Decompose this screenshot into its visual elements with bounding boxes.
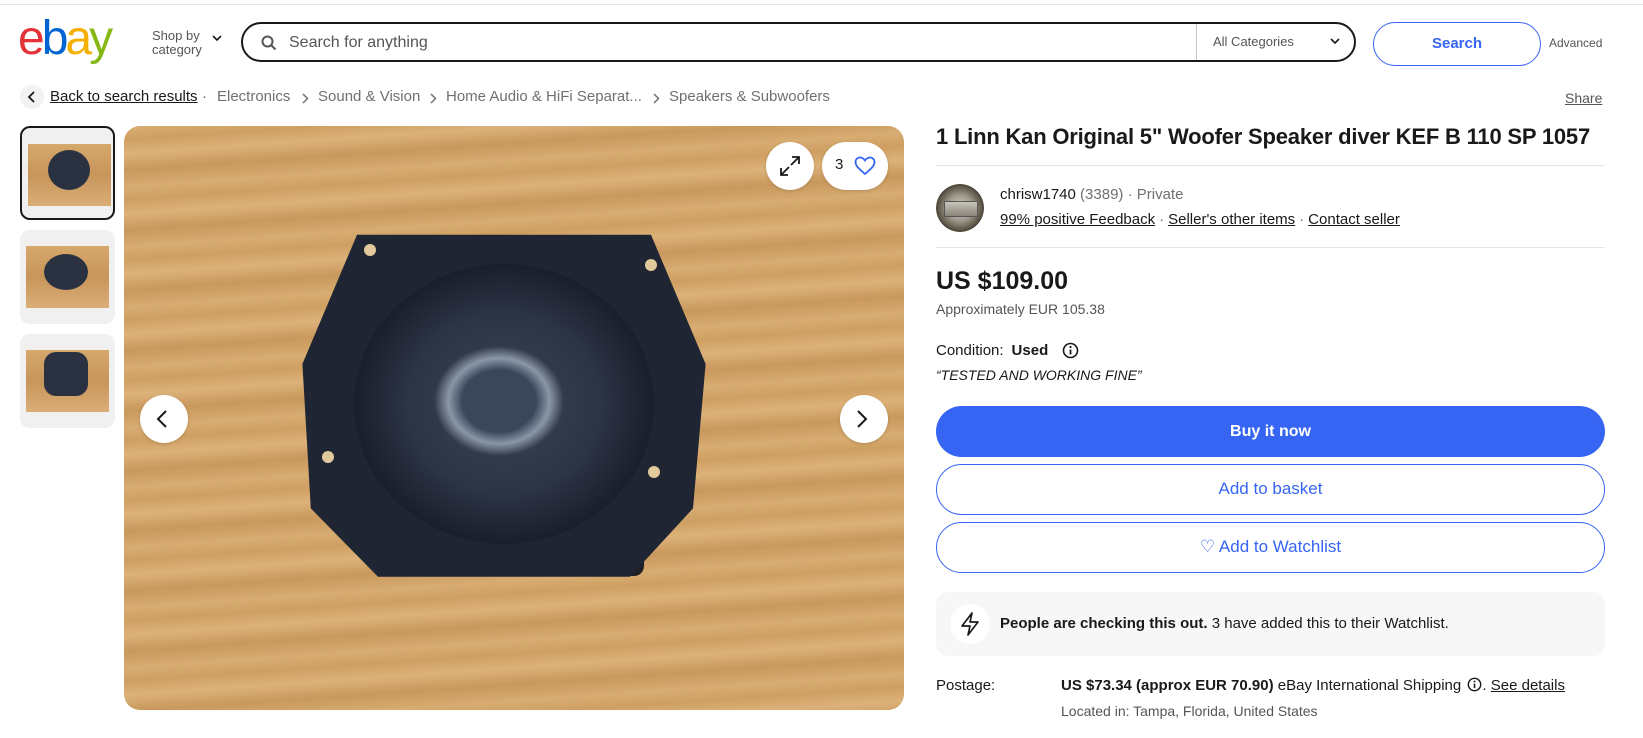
listing-title: 1 Linn Kan Original 5" Woofer Speaker di… [936, 124, 1590, 149]
condition-value: Used [1011, 342, 1049, 359]
breadcrumb-speakers[interactable]: Speakers & Subwoofers [669, 88, 830, 105]
chevron-down-icon [212, 35, 222, 42]
contact-seller-link[interactable]: Contact seller [1308, 211, 1400, 228]
condition: Condition: Used [936, 342, 1079, 359]
breadcrumb-separator-dot: · [202, 88, 207, 105]
search-button[interactable]: Search [1373, 22, 1541, 66]
expand-image-button[interactable] [766, 142, 814, 190]
category-select-value: All Categories [1213, 34, 1294, 49]
mount-hole [364, 244, 376, 256]
breadcrumb-sound-vision[interactable]: Sound & Vision [318, 88, 420, 105]
seller-other-items-link[interactable]: Seller's other items [1168, 211, 1295, 228]
postage-label: Postage: [936, 677, 996, 694]
expand-icon [780, 156, 800, 176]
activity-banner: People are checking this out. 3 have add… [936, 592, 1605, 656]
avatar-image [944, 201, 978, 217]
logo-letter-e: e [18, 12, 45, 65]
speaker-dust-cap [434, 346, 564, 456]
thumbnail-1[interactable] [20, 126, 115, 220]
postage-value: US $73.34 (approx EUR 70.90) eBay Intern… [1061, 677, 1565, 694]
condition-label: Condition: [936, 342, 1004, 359]
add-to-watchlist-button[interactable]: ♡ Add to Watchlist [936, 522, 1605, 573]
seller-type: · Private [1127, 186, 1184, 203]
shop-by-category-button[interactable]: Shop by category [152, 28, 222, 57]
item-location: Located in: Tampa, Florida, United State… [1061, 703, 1318, 719]
ebay-logo[interactable]: ebay [18, 12, 113, 65]
price: US $109.00 [936, 267, 1069, 295]
top-border [0, 0, 1643, 5]
search-input[interactable] [287, 28, 1181, 58]
chevron-right-icon [430, 93, 437, 104]
activity-text: People are checking this out. 3 have add… [1000, 615, 1449, 632]
activity-rest: 3 have added this to their Watchlist. [1207, 615, 1449, 632]
thumbnail-speaker [48, 150, 90, 190]
breadcrumb-home-audio[interactable]: Home Audio & HiFi Separat... [446, 88, 642, 105]
chevron-down-icon [1330, 38, 1340, 45]
heart-icon [854, 156, 876, 176]
logo-letter-b: b [41, 12, 69, 65]
back-to-search-link[interactable]: Back to search results [50, 88, 198, 105]
seller-name[interactable]: chrisw1740 [1000, 186, 1076, 203]
seller-info: chrisw1740 (3389) · Private [1000, 186, 1183, 203]
postage-dot: . [1482, 677, 1491, 694]
seller-links: 99% positive Feedback · Seller's other ite… [1000, 211, 1400, 228]
seller-avatar[interactable] [936, 184, 984, 232]
previous-image-button[interactable] [140, 395, 188, 443]
chevron-right-icon [653, 93, 660, 104]
thumbnail-speaker [44, 254, 88, 290]
seller-feedback-count: (3389) [1080, 186, 1124, 203]
mount-hole [322, 451, 334, 463]
see-details-link[interactable]: See details [1491, 677, 1565, 694]
buy-it-now-button[interactable]: Buy it now [936, 406, 1605, 457]
approx-price: Approximately EUR 105.38 [936, 301, 1105, 317]
search-icon [261, 35, 277, 51]
shop-by-line1: Shop by [152, 28, 200, 43]
watch-count: 3 [835, 156, 844, 173]
share-link[interactable]: Share [1565, 90, 1602, 106]
advanced-search-link[interactable]: Advanced [1549, 36, 1602, 50]
mount-hole [648, 466, 660, 478]
thumbnail-2[interactable] [20, 230, 115, 324]
activity-bold: People are checking this out. [1000, 615, 1208, 632]
thumbnail-speaker [44, 352, 88, 396]
logo-letter-a: a [65, 12, 92, 65]
postage-service: eBay International Shipping [1273, 677, 1462, 694]
next-image-button[interactable] [840, 395, 888, 443]
info-icon[interactable] [1062, 342, 1079, 359]
shop-by-line2: category [152, 42, 202, 57]
lightning-icon-container [950, 604, 990, 644]
condition-description: “TESTED AND WORKING FINE” [936, 367, 1142, 383]
back-button[interactable] [20, 85, 44, 109]
divider [936, 165, 1605, 166]
lightning-icon [961, 612, 979, 636]
chevron-right-icon [857, 410, 868, 428]
divider [936, 247, 1605, 248]
separator-dot: · [1159, 211, 1165, 228]
watch-count-button[interactable]: 3 [822, 142, 888, 190]
thumbnail-3[interactable] [20, 334, 115, 428]
breadcrumb-electronics[interactable]: Electronics [217, 88, 290, 105]
postage-amount: US $73.34 (approx EUR 70.90) [1061, 677, 1274, 694]
chevron-left-icon [156, 410, 167, 428]
mount-hole [645, 259, 657, 271]
positive-feedback-link[interactable]: 99% positive Feedback [1000, 211, 1155, 228]
search-bar: All Categories [241, 22, 1356, 62]
info-icon[interactable] [1467, 677, 1482, 692]
category-select[interactable]: All Categories [1196, 24, 1352, 60]
add-to-basket-button[interactable]: Add to basket [936, 464, 1605, 515]
logo-letter-y: y [89, 12, 113, 65]
chevron-right-icon [302, 93, 309, 104]
chevron-left-icon [27, 91, 35, 103]
main-product-image[interactable] [124, 126, 904, 710]
separator-dot: · [1299, 211, 1305, 228]
